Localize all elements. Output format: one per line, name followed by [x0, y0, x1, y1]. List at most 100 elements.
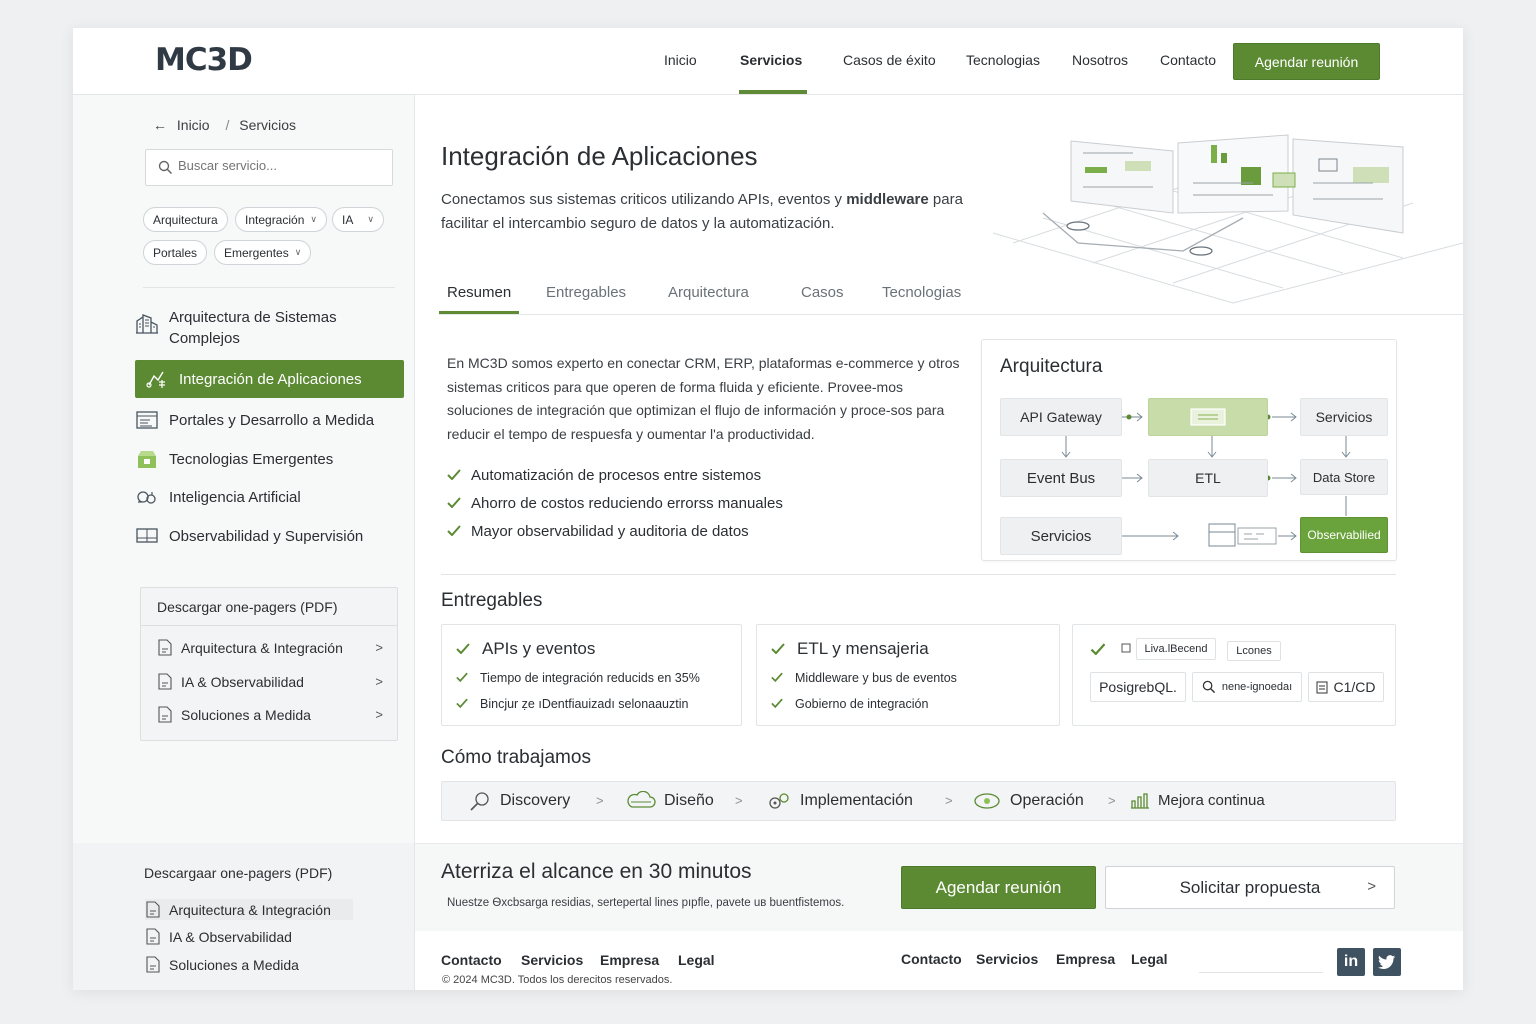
cta-proposal-button[interactable]: Solicitar propuesta >: [1105, 866, 1395, 909]
download-arquitectura[interactable]: Arquitectura & Integración: [145, 899, 353, 920]
tab-casos[interactable]: Casos: [801, 284, 844, 301]
architecture-diagram: Arquitectura API Gateway Servicios Event…: [981, 339, 1397, 561]
step-label: Diseño: [664, 792, 714, 809]
check-icon: [771, 639, 785, 659]
tech-tag-postgresql: PosigrebQL.: [1090, 672, 1186, 702]
ai-icon: [135, 486, 159, 508]
document-icon: [1316, 681, 1328, 693]
service-search: [145, 149, 393, 186]
nav-casos[interactable]: Casos de éxito: [843, 52, 936, 68]
step-discovery: Discovery: [468, 791, 570, 811]
footer-link-servicios-2[interactable]: Servicios: [976, 951, 1038, 967]
building-icon: [135, 312, 159, 334]
step-label: Mejora continua: [1158, 791, 1265, 809]
deliverables-title: Entregables: [441, 590, 543, 611]
cta-proposal-label: Solicitar propuesta: [1179, 877, 1321, 897]
tech-tag-label: C1/CD: [1333, 679, 1376, 695]
nav-servicios[interactable]: Servicios: [740, 52, 802, 68]
divider: [143, 287, 395, 288]
download-ia[interactable]: IA & Observabilidad >: [157, 673, 383, 690]
footer-link-legal-2[interactable]: Legal: [1131, 951, 1168, 967]
nav-nosotros[interactable]: Nosotros: [1072, 52, 1128, 68]
cloud-icon: [626, 791, 656, 811]
page-frame: MC3D Inicio Servicios Casos de éxito Tec…: [73, 28, 1463, 990]
filter-integracion[interactable]: Integración ∨: [235, 207, 327, 232]
cta-schedule-button[interactable]: Agendar reunión: [901, 866, 1096, 909]
search-input[interactable]: [178, 158, 378, 173]
card-title-text: APIs y eventos: [482, 639, 596, 658]
deliverable-card-apis: APIs y eventos Tiempo de integración red…: [441, 624, 742, 726]
tab-arquitectura[interactable]: Arquitectura: [668, 284, 749, 301]
cta-band: Aterriza el alcance en 30 minutos Nuestz…: [415, 843, 1463, 931]
footer-link-servicios[interactable]: Servicios: [521, 952, 583, 968]
download-arquitectura[interactable]: Arquitectura & Integración >: [157, 639, 383, 656]
node-api-gateway: API Gateway: [1000, 398, 1122, 436]
breadcrumb-home[interactable]: Inicio: [177, 117, 210, 133]
chip-label: Arquitectura: [153, 212, 218, 227]
step-label: Discovery: [500, 792, 571, 809]
chevron-down-icon: ∨: [294, 247, 302, 257]
sidebar-item-arquitectura[interactable]: Arquitectura de Sistemas Complejos: [135, 307, 404, 351]
breadcrumb-current: Servicios: [239, 117, 297, 133]
tab-active-indicator: [439, 311, 519, 314]
download-ia[interactable]: IA & Observabilidad: [145, 928, 371, 945]
filter-ia[interactable]: IA ∨: [332, 207, 384, 232]
chip-label: IA: [342, 212, 354, 227]
downloads-title: Descargaar one-pagers (PDF): [144, 865, 333, 881]
nav-tecnologias[interactable]: Tecnologias: [966, 52, 1040, 68]
check-icon: [1090, 643, 1106, 655]
chevron-down-icon: ∨: [310, 214, 317, 224]
tab-tecnologias[interactable]: Tecnologias: [882, 284, 961, 301]
footer-link-empresa-2[interactable]: Empresa: [1056, 951, 1115, 967]
sidebar-item-emergentes[interactable]: Tecnologias Emergentes: [135, 448, 404, 470]
deliverable-card-etl: ETL y mensajeria Middleware y bus de eve…: [756, 624, 1060, 726]
chevron-right-icon: >: [375, 640, 383, 655]
twitter-icon[interactable]: [1373, 948, 1401, 976]
back-arrow-icon[interactable]: ←: [153, 117, 167, 133]
check-icon: [771, 697, 783, 711]
header-schedule-button[interactable]: Agendar reunión: [1233, 43, 1380, 80]
node-event-bus: Event Bus: [1000, 459, 1122, 497]
footer-link-legal[interactable]: Legal: [678, 952, 715, 968]
filter-portales[interactable]: Portales: [143, 240, 208, 265]
search-icon: [1202, 680, 1215, 694]
download-soluciones[interactable]: Soluciones a Medida: [145, 956, 371, 973]
footer-link-contacto-2[interactable]: Contacto: [901, 951, 962, 967]
chevron-right-icon: >: [1367, 878, 1376, 895]
step-operacion: Operación: [972, 791, 1084, 811]
download-soluciones[interactable]: Soluciones a Medida >: [157, 706, 383, 723]
pdf-icon: [146, 928, 160, 945]
sidebar-item-portales[interactable]: Portales y Desarrollo a Medida: [135, 409, 404, 431]
nav-active-indicator: [739, 90, 807, 94]
sidebar-item-label: Portales y Desarrollo a Medida: [169, 411, 375, 429]
step-label: Operación: [1010, 792, 1084, 809]
top-header: MC3D Inicio Servicios Casos de éxito Tec…: [73, 28, 1463, 95]
tab-resumen[interactable]: Resumen: [447, 284, 511, 301]
tab-entregables[interactable]: Entregables: [546, 284, 626, 301]
footer-link-empresa[interactable]: Empresa: [600, 952, 659, 968]
cta-title: Aterriza el alcance en 30 minutos: [441, 860, 752, 883]
node-data-store: Data Store: [1300, 459, 1388, 495]
tech-tag-search: nene-ignoedaı: [1192, 672, 1302, 702]
sidebar-item-observabilidad[interactable]: Observabilidad y Supervisión: [135, 525, 404, 547]
step-mejora: Mejora continua: [1130, 791, 1265, 809]
pdf-icon: [158, 673, 172, 690]
filter-emergentes[interactable]: Emergentes ∨: [214, 240, 312, 265]
nav-contacto[interactable]: Contacto: [1160, 52, 1216, 68]
nav-inicio[interactable]: Inicio: [664, 52, 697, 68]
logo[interactable]: MC3D: [155, 42, 253, 78]
sidebar-item-ia[interactable]: Inteligencia Artificial: [135, 486, 404, 508]
download-label: Soluciones a Medida: [169, 956, 299, 973]
benefit-item: Mayor observabilidad y auditoria de dato…: [447, 523, 749, 540]
breadcrumb: ← Inicio / Servicios: [153, 117, 302, 133]
benefit-item: Automatización de procesos entre sistemo…: [447, 467, 761, 484]
chevron-right-icon: >: [1108, 793, 1116, 808]
sidebar-item-integracion[interactable]: Integración de Aplicaciones: [135, 360, 404, 398]
search-icon: [158, 160, 173, 175]
check-icon: [456, 671, 468, 685]
card-item: Middleware y bus de eventos: [771, 671, 957, 685]
footer-link-contacto[interactable]: Contacto: [441, 952, 502, 968]
sidebar-item-label: Inteligencia Artificial: [169, 488, 301, 506]
filter-arquitectura[interactable]: Arquitectura: [143, 207, 228, 232]
linkedin-icon[interactable]: in: [1337, 948, 1365, 976]
